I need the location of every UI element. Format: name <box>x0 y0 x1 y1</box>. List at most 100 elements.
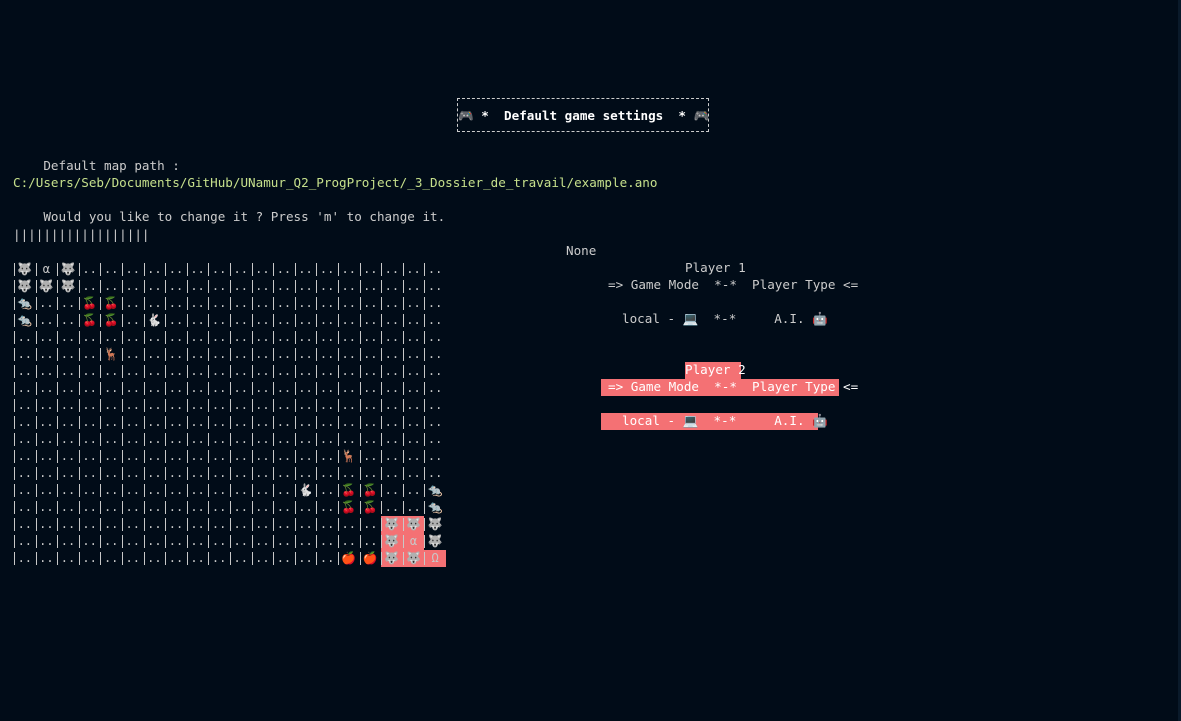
empty-cell: .. <box>82 432 97 446</box>
empty-cell: .. <box>406 483 421 497</box>
cherry-icon: 🍒 <box>362 483 378 497</box>
cell-separator <box>359 484 361 497</box>
grid-cell: .. <box>337 363 360 380</box>
grid-cell: .. <box>294 448 317 465</box>
empty-cell: .. <box>276 296 292 310</box>
cell-separator <box>359 535 361 548</box>
cell-separator <box>337 552 339 565</box>
empty-cell: .. <box>39 534 54 548</box>
cell-separator <box>273 552 275 565</box>
cell-separator <box>78 297 80 310</box>
grid-row: ........................................ <box>14 380 446 397</box>
player-2-type[interactable]: A.I. <box>774 413 804 428</box>
grid-cell: .. <box>316 295 338 312</box>
cell-separator <box>316 433 318 446</box>
grid-cell: .. <box>294 499 317 516</box>
player-2-separator: *-* <box>713 413 737 428</box>
empty-cell: .. <box>103 381 119 395</box>
cell-separator <box>57 433 59 446</box>
player-1-settings-row[interactable]: local - 💻 *-* A.I. 🤖 <box>622 310 828 327</box>
grid-cell: .. <box>337 397 360 414</box>
grid-cell: .. <box>165 550 187 567</box>
cell-separator <box>121 314 123 327</box>
grid-cell: .. <box>273 550 295 567</box>
cell-separator <box>251 416 253 429</box>
grid-cell: .. <box>316 261 338 278</box>
player-1-type[interactable]: A.I. <box>774 311 804 326</box>
empty-cell: .. <box>103 551 119 565</box>
cell-separator <box>229 314 231 327</box>
omega-marker: Ω <box>431 551 439 565</box>
cell-separator <box>143 467 145 480</box>
empty-cell: .. <box>60 466 76 480</box>
grid-cell: .. <box>402 482 425 499</box>
cell-separator <box>316 331 318 344</box>
grid-cell: .. <box>165 465 187 482</box>
cell-separator <box>35 433 37 446</box>
grid-cell: .. <box>14 397 36 414</box>
cell-separator <box>14 450 15 463</box>
cell-separator <box>294 331 296 344</box>
grid-cell: .. <box>381 278 403 295</box>
player-2-settings-row[interactable]: local - 💻 *-* A.I. 🤖 <box>622 412 828 429</box>
grid-cell: .. <box>251 380 274 397</box>
cell-separator <box>316 348 318 361</box>
grid-cell: .. <box>208 482 230 499</box>
grid-row: ........................................ <box>14 414 446 431</box>
grid-cell: 🐀 <box>14 312 36 329</box>
player-2-mode[interactable]: local - <box>622 413 675 428</box>
cell-separator <box>186 552 188 565</box>
empty-cell: .. <box>17 466 33 480</box>
cell-separator <box>273 280 275 293</box>
empty-cell: .. <box>125 296 140 310</box>
grid-cell: .. <box>186 414 209 431</box>
cell-separator <box>251 263 253 276</box>
cell-separator <box>273 314 275 327</box>
grid-cell: .. <box>381 295 403 312</box>
grid-cell: .. <box>273 380 295 397</box>
empty-cell: .. <box>125 398 140 412</box>
grid-cell: .. <box>186 346 209 363</box>
grid-cell: .. <box>208 533 230 550</box>
empty-cell: .. <box>406 262 421 276</box>
cell-separator <box>186 331 188 344</box>
grid-cell: .. <box>316 550 338 567</box>
cell-separator <box>143 552 145 565</box>
cell-separator <box>78 450 80 463</box>
cell-separator <box>186 297 188 310</box>
empty-cell: .. <box>60 330 76 344</box>
grid-cell: .. <box>78 465 101 482</box>
empty-cell: .. <box>427 398 443 412</box>
grid-cell: .. <box>35 465 58 482</box>
grid-cell: .. <box>78 431 101 448</box>
grid-cell: .. <box>121 397 144 414</box>
grid-cell: .. <box>251 516 274 533</box>
empty-cell: .. <box>211 347 227 361</box>
empty-cell: .. <box>319 534 335 548</box>
empty-cell: .. <box>190 330 205 344</box>
cell-separator <box>165 263 167 276</box>
grid-row: .............................. 🦌........ <box>14 448 446 465</box>
cell-separator <box>57 467 59 480</box>
empty-cell: .. <box>82 347 97 361</box>
cell-separator <box>165 331 167 344</box>
cell-separator <box>402 399 404 412</box>
cell-separator <box>57 331 59 344</box>
grid-cell: 🍒 <box>337 499 360 516</box>
grid-cell: .. <box>251 499 274 516</box>
empty-cell: .. <box>168 449 184 463</box>
grid-cell: .. <box>229 533 252 550</box>
grid-cell: 🍎 <box>359 550 382 567</box>
empty-cell: .. <box>211 500 227 514</box>
cell-separator <box>208 416 210 429</box>
empty-cell: .. <box>125 330 140 344</box>
empty-cell: .. <box>406 330 421 344</box>
empty-cell: .. <box>168 483 184 497</box>
cell-separator <box>100 535 102 548</box>
player-1-title: Player 1 <box>685 260 746 275</box>
grid-cell: .. <box>57 329 79 346</box>
empty-cell: .. <box>190 313 205 327</box>
empty-cell: .. <box>341 466 356 480</box>
player-1-mode[interactable]: local - <box>622 311 675 326</box>
grid-cell: .. <box>294 397 317 414</box>
